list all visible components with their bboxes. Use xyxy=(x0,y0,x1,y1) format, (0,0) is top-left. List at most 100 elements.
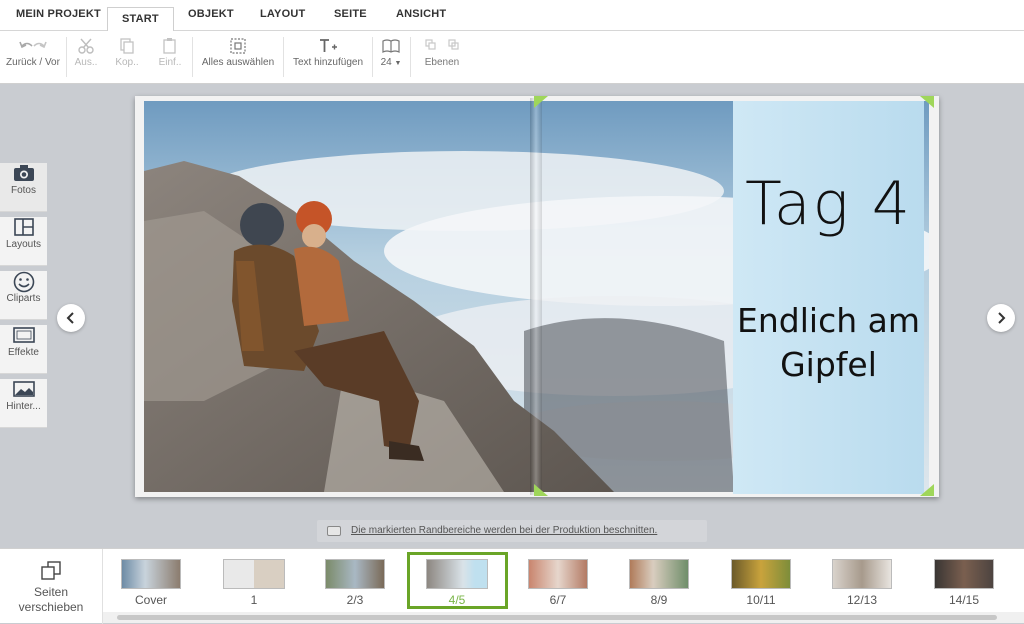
thumbnail-label: 6/7 xyxy=(549,593,567,607)
thumbnail-image xyxy=(832,559,892,589)
tab-mein-projekt[interactable]: MEIN PROJEKT xyxy=(16,8,101,20)
add-text-icon xyxy=(320,39,337,52)
select-all-button[interactable]: Alles auswählen xyxy=(198,35,278,79)
thumbnail-label: 14/15 xyxy=(948,593,980,607)
toolbar-divider xyxy=(372,37,373,77)
tool-cliparts[interactable]: Cliparts xyxy=(0,271,47,320)
thumbnail-label: Cover xyxy=(134,593,167,607)
thumbnail-label: 8/9 xyxy=(650,593,668,607)
paste-button[interactable]: Einf.. xyxy=(155,35,185,79)
toolbar-divider xyxy=(410,37,411,77)
page-thumbnail-6-7[interactable]: 6/7 xyxy=(527,559,589,609)
tab-objekt[interactable]: OBJEKT xyxy=(188,8,234,20)
book-gutter xyxy=(530,98,542,495)
toolbar-divider xyxy=(192,37,193,77)
page-thumbnail-1[interactable]: 1 xyxy=(222,559,286,609)
thumbnail-image xyxy=(731,559,791,589)
scrollbar-thumb[interactable] xyxy=(117,615,997,620)
layout-icon xyxy=(13,218,34,236)
thumbnail-image xyxy=(528,559,588,589)
cut-notice-checkbox[interactable] xyxy=(327,526,341,536)
tab-start[interactable]: START xyxy=(107,7,174,32)
thumbnail-image xyxy=(325,559,385,589)
tool-hintergrund[interactable]: Hinter... xyxy=(0,379,47,428)
smiley-icon xyxy=(13,271,34,293)
paste-icon xyxy=(163,38,176,54)
font-size-select[interactable]: 24 ▼ xyxy=(376,35,406,79)
toolbar: Zurück / Vor Aus.. Kop.. Einf.. Alles au… xyxy=(0,31,1024,84)
undo-redo-icon[interactable] xyxy=(13,37,53,55)
bleed-marker-icon xyxy=(920,96,934,108)
cut-notice-bar[interactable]: Die markierten Randbereiche werden bei d… xyxy=(317,520,707,542)
copy-button[interactable]: Kop.. xyxy=(112,35,142,79)
cut-button[interactable]: Aus.. xyxy=(72,35,100,79)
toolbar-divider xyxy=(66,37,67,77)
selected-thumbnail-highlight xyxy=(407,552,508,609)
page-thumbnail-cover[interactable]: Cover xyxy=(120,559,182,609)
camera-icon xyxy=(13,165,34,181)
cut-label: Aus.. xyxy=(74,57,98,68)
previous-page-button[interactable] xyxy=(57,304,85,332)
filmstrip-scrollbar[interactable] xyxy=(103,612,1024,623)
thumbnail-label: 2/3 xyxy=(346,593,364,607)
page-thumbnail-8-9[interactable]: 8/9 xyxy=(628,559,690,609)
thumbnail-image xyxy=(629,559,689,589)
tab-seite[interactable]: SEITE xyxy=(334,8,367,20)
spread-subtitle[interactable]: Endlich am Gipfel xyxy=(733,299,924,387)
select-all-label: Alles auswählen xyxy=(201,57,275,68)
scissors-icon xyxy=(78,38,94,54)
page-thumbnail-2-3[interactable]: 2/3 xyxy=(324,559,386,609)
toolbar-divider xyxy=(283,37,284,77)
thumbnail-image xyxy=(223,559,285,589)
tool-layouts[interactable]: Layouts xyxy=(0,217,47,266)
spread-subtitle-line1: Endlich am xyxy=(737,301,920,340)
font-size-value: 24 xyxy=(380,57,392,68)
layers-label: Ebenen xyxy=(424,57,460,68)
copy-icon xyxy=(120,38,134,54)
frame-icon xyxy=(12,327,35,343)
thumbnail-label: 10/11 xyxy=(746,593,776,607)
thumbnail-image xyxy=(934,559,994,589)
page-thumbnail-12-13[interactable]: 12/13 xyxy=(831,559,893,609)
move-pages-icon xyxy=(41,561,61,580)
next-page-button[interactable] xyxy=(987,304,1015,332)
chevron-right-icon xyxy=(998,312,1006,324)
chevron-left-icon xyxy=(66,312,74,324)
tool-cliparts-label: Cliparts xyxy=(6,293,41,304)
copy-label: Kop.. xyxy=(115,57,139,68)
background-image-icon xyxy=(12,381,35,397)
tab-layout[interactable]: LAYOUT xyxy=(260,8,305,20)
layers-icon xyxy=(425,39,459,50)
thumbnail-image xyxy=(121,559,181,589)
bleed-marker-icon xyxy=(534,96,548,108)
move-pages-label-line2: verschieben xyxy=(18,600,84,614)
bleed-marker-icon xyxy=(920,484,934,496)
undo-redo-group[interactable]: Zurück / Vor xyxy=(2,35,64,79)
bleed-marker-icon xyxy=(534,484,548,496)
page-thumbnail-10-11[interactable]: 10/11 xyxy=(730,559,792,609)
text-panel[interactable]: Tag 4 Endlich am Gipfel xyxy=(733,101,924,494)
paste-label: Einf.. xyxy=(158,57,182,68)
move-pages-button[interactable]: Seiten verschieben xyxy=(0,549,103,624)
tool-effekte[interactable]: Effekte xyxy=(0,325,47,374)
spread-title[interactable]: Tag 4 xyxy=(733,169,924,239)
menu-bar: MEIN PROJEKT START OBJEKT LAYOUT SEITE A… xyxy=(0,0,1024,32)
add-text-button[interactable]: Text hinzufügen xyxy=(288,35,368,79)
tool-fotos-label: Fotos xyxy=(10,185,36,196)
tool-fotos[interactable]: Fotos xyxy=(0,163,47,212)
tool-hintergrund-label: Hinter... xyxy=(6,401,41,412)
select-all-icon xyxy=(230,38,246,54)
tab-ansicht[interactable]: ANSICHT xyxy=(396,8,446,20)
move-pages-label-line1: Seiten xyxy=(33,585,69,599)
thumbnail-label: 1 xyxy=(250,593,258,607)
tool-effekte-label: Effekte xyxy=(8,347,39,358)
cut-notice-text[interactable]: Die markierten Randbereiche werden bei d… xyxy=(351,525,657,536)
book-icon xyxy=(382,39,400,53)
undo-redo-label: Zurück / Vor xyxy=(6,57,60,68)
spread-subtitle-line2: Gipfel xyxy=(780,345,877,384)
add-text-label: Text hinzufügen xyxy=(292,57,364,68)
layers-button[interactable]: Ebenen xyxy=(418,35,466,79)
page-thumbnail-14-15[interactable]: 14/15 xyxy=(933,559,995,609)
left-tool-panel: Fotos Layouts Cliparts Effekte Hinter... xyxy=(0,158,47,428)
chevron-down-icon: ▼ xyxy=(394,60,402,67)
